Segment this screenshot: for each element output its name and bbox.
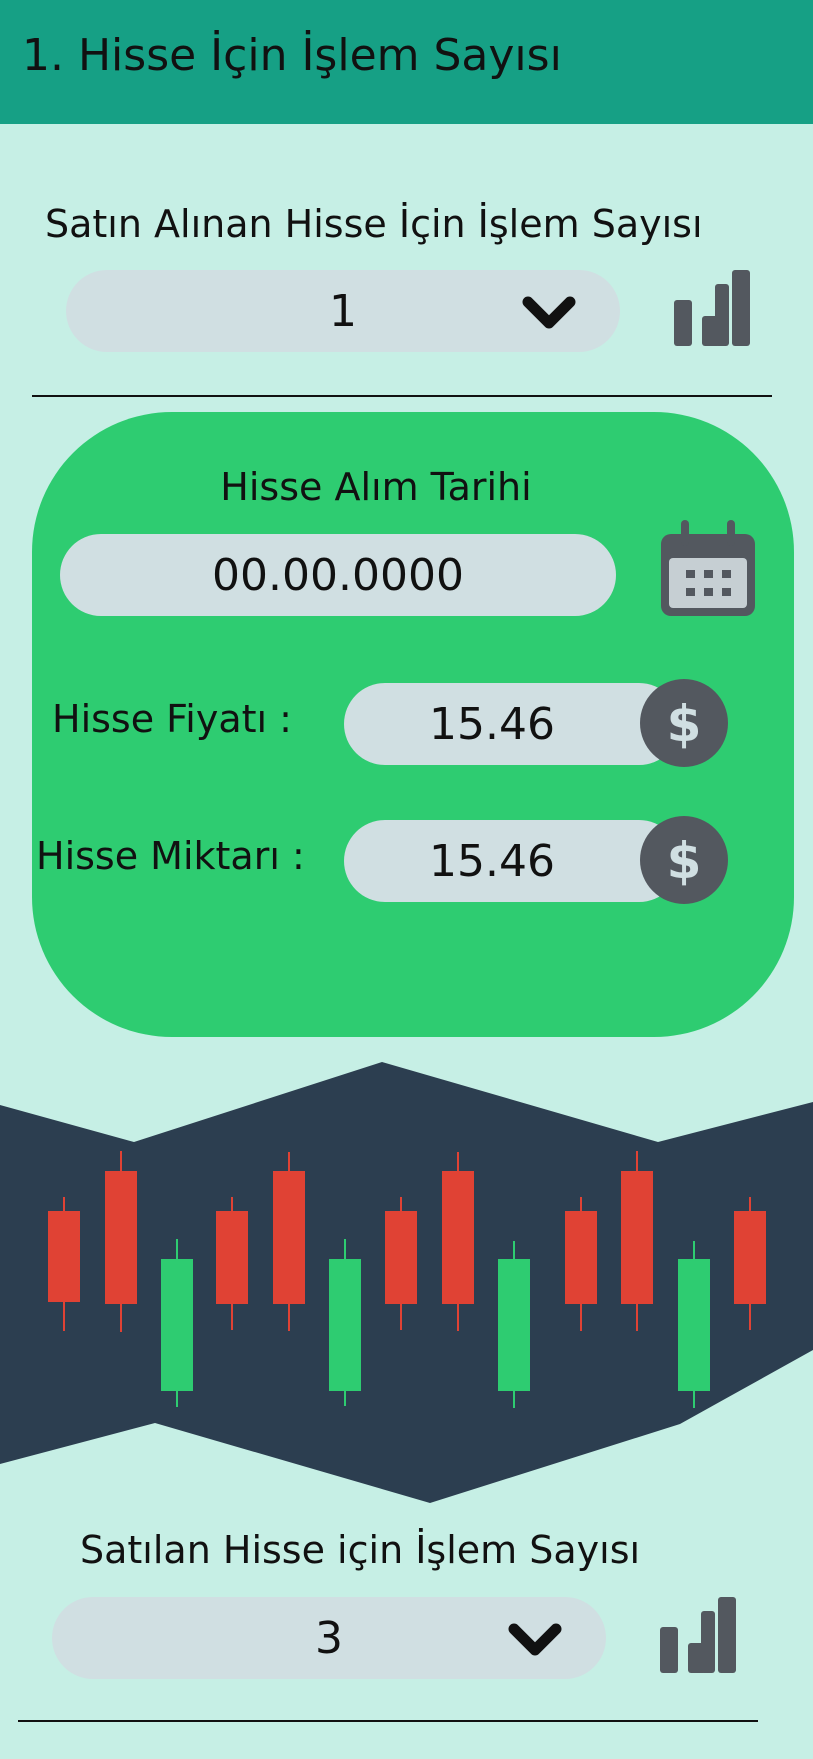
buy-count-value: 1	[329, 285, 357, 337]
svg-text:$: $	[667, 832, 702, 890]
candle-down	[734, 1211, 766, 1304]
calendar-icon[interactable]	[657, 520, 759, 620]
price-input[interactable]: 15.46	[344, 683, 680, 765]
chevron-down-icon	[508, 1623, 562, 1656]
page-title: 1. Hisse İçin İşlem Sayısı	[22, 30, 562, 81]
date-label: Hisse Alım Tarihi	[220, 465, 532, 509]
candle-up	[498, 1259, 530, 1391]
candlestick-banner	[0, 1062, 813, 1503]
bar-chart-icon[interactable]	[658, 1597, 736, 1673]
bar-chart-icon[interactable]	[672, 270, 750, 346]
buy-count-label: Satın Alınan Hisse İçin İşlem Sayısı	[45, 202, 703, 246]
dollar-icon: $	[640, 816, 728, 904]
app-header: 1. Hisse İçin İşlem Sayısı	[0, 0, 813, 124]
sell-count-value: 3	[315, 1612, 343, 1664]
candle-down	[216, 1211, 248, 1304]
section-divider	[32, 395, 772, 397]
dollar-icon: $	[640, 679, 728, 767]
quantity-label: Hisse Miktarı :	[36, 834, 305, 878]
price-label: Hisse Fiyatı :	[52, 697, 292, 741]
sell-count-label: Satılan Hisse için İşlem Sayısı	[80, 1528, 641, 1572]
quantity-input[interactable]: 15.46	[344, 820, 680, 902]
date-input[interactable]: 00.00.0000	[60, 534, 616, 616]
candle-down	[273, 1171, 305, 1304]
candle-down	[442, 1171, 474, 1304]
candle-down	[48, 1211, 80, 1302]
candle-up	[678, 1259, 710, 1391]
section-divider	[18, 1720, 758, 1722]
candle-down	[621, 1171, 653, 1304]
sell-count-select[interactable]: 3	[52, 1597, 606, 1679]
candle-down	[565, 1211, 597, 1304]
candle-down	[385, 1211, 417, 1304]
candle-up	[161, 1259, 193, 1391]
buy-count-select[interactable]: 1	[66, 270, 620, 352]
chevron-down-icon	[522, 296, 576, 329]
candle-up	[329, 1259, 361, 1391]
svg-text:$: $	[667, 695, 702, 753]
candle-down	[105, 1171, 137, 1304]
